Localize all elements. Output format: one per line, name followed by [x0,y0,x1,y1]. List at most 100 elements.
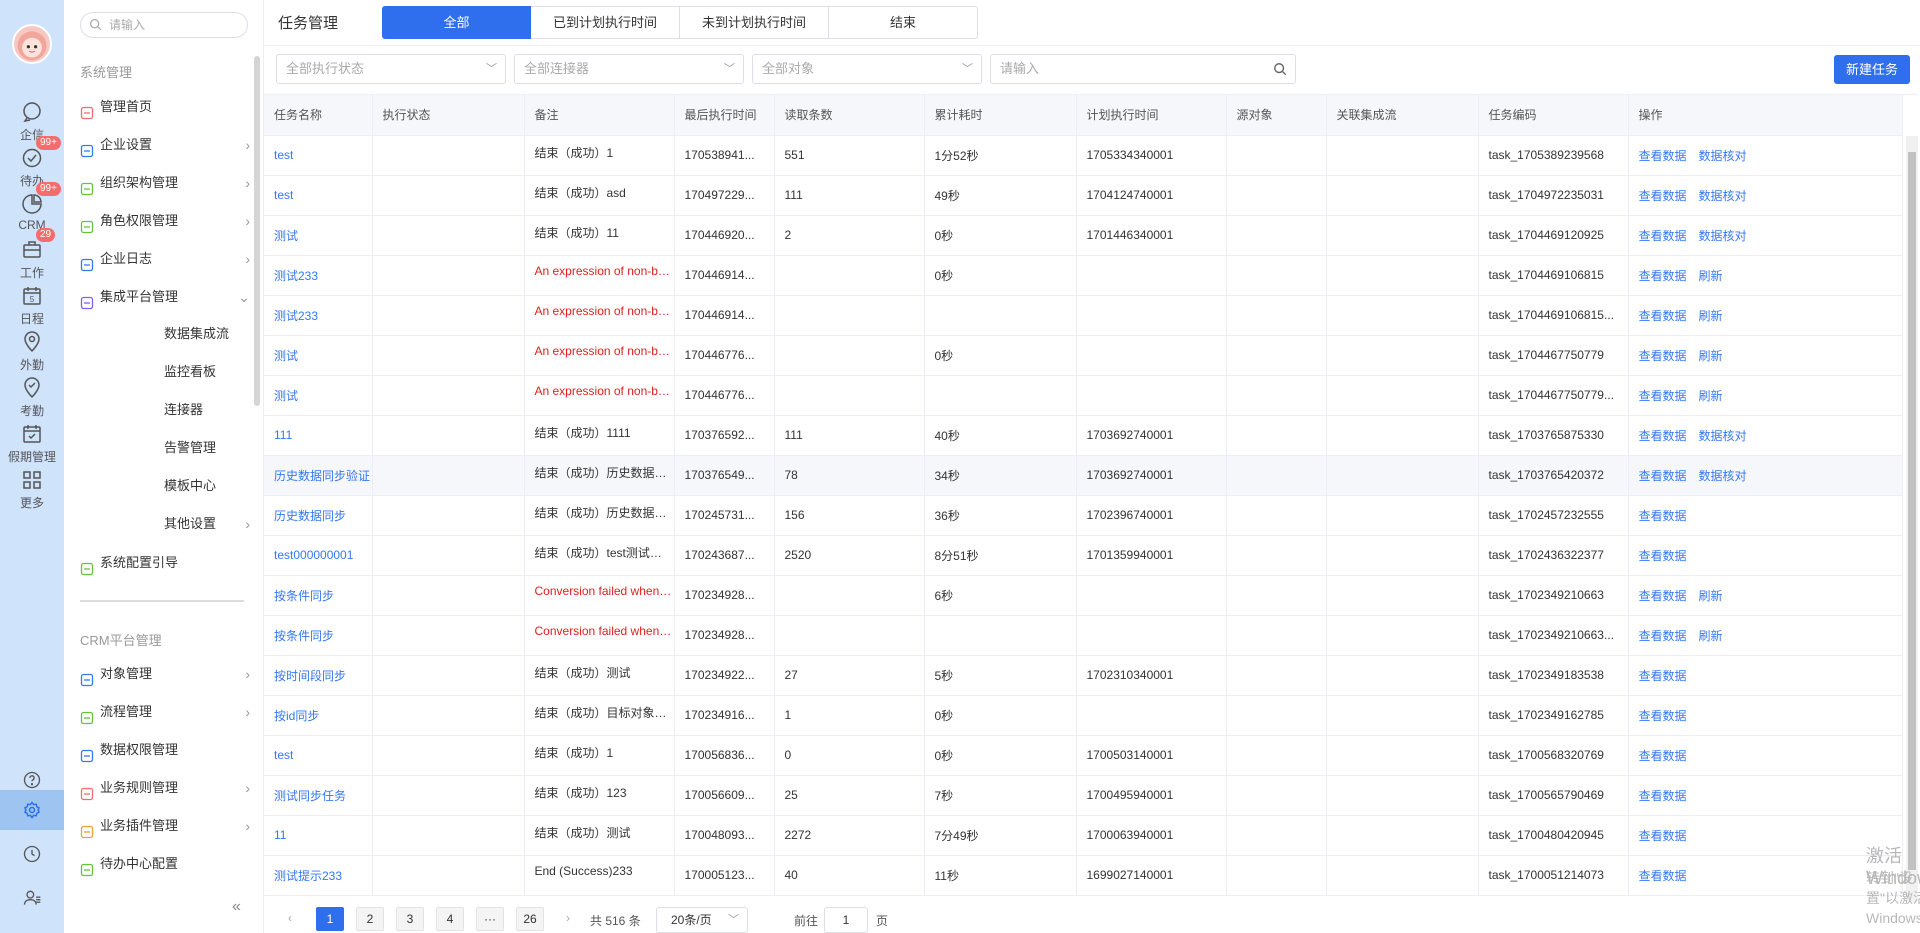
view-data-link[interactable]: 查看数据 [1639,309,1687,323]
sidebar-subitem[interactable]: 连接器 [164,394,252,426]
cell-name[interactable]: test [264,175,373,216]
cell-name[interactable]: 11 [264,815,373,856]
rail-item-briefcase[interactable]: 工作 29 [0,228,64,282]
view-data-link[interactable]: 查看数据 [1639,549,1687,563]
sidebar-item-integration[interactable]: 集成平台管理 ⌄ [80,281,252,313]
view-data-link[interactable]: 查看数据 [1639,789,1687,803]
view-data-link[interactable]: 查看数据 [1639,749,1687,763]
sidebar-item-rule[interactable]: 业务规则管理 › [80,772,252,804]
tab-0[interactable]: 全部 [382,6,531,39]
table-scrollbar[interactable] [1906,136,1918,902]
table-row[interactable]: 按条件同步 Conversion failed when converting17… [264,575,1903,616]
sidebar-scrollbar[interactable] [254,56,260,406]
cell-name[interactable]: test [264,735,373,776]
table-row[interactable]: 按id同步 结束（成功）目标对象为： 170234916... 1 0秒 task_170… [264,695,1903,736]
rail-item-calendar[interactable]: 5 日程 [0,280,64,328]
sidebar-item-object[interactable]: 对象管理 › [80,658,252,690]
user-avatar[interactable] [12,24,52,64]
refresh-link[interactable]: 刷新 [1699,629,1723,643]
sidebar-subitem[interactable]: 其他设置 › [164,508,252,540]
collapse-sidebar-icon[interactable]: « [232,898,241,916]
view-data-link[interactable]: 查看数据 [1639,429,1687,443]
cell-name[interactable]: 测试233 [264,295,373,336]
table-row[interactable]: 测试 An expression of non-boolean170446776.… [264,335,1903,376]
view-data-link[interactable]: 查看数据 [1639,669,1687,683]
sidebar-item-role[interactable]: 角色权限管理 › [80,205,252,237]
sidebar-item-todo-config[interactable]: 待办中心配置 [80,848,252,880]
sidebar-item-plugin[interactable]: 业务插件管理 › [80,810,252,842]
sidebar-item-org[interactable]: 组织架构管理 › [80,167,252,199]
tab-3[interactable]: 结束 [829,6,978,39]
keyword-search-input[interactable]: 请输入 [990,54,1296,84]
table-row[interactable]: 111 结束（成功）1111 170376592... 111 40秒 170369274… [264,415,1903,456]
cell-name[interactable]: 测试 [264,375,373,416]
sidebar-subitem[interactable]: 模板中心 [164,470,252,502]
cell-name[interactable]: 历史数据同步验证 [264,455,373,496]
sidebar-subitem[interactable]: 数据集成流 [164,318,252,350]
data-check-link[interactable]: 数据核对 [1699,229,1747,243]
sidebar-item-data-perm[interactable]: 数据权限管理 [80,734,252,766]
refresh-link[interactable]: 刷新 [1699,269,1723,283]
rail-item-grid[interactable]: 更多 [0,464,64,512]
page-size-select[interactable]: 20条/页 ﹀ [656,907,748,933]
sidebar-search-input[interactable]: 请输入 [80,12,248,38]
table-row[interactable]: 测试233 An expression of non-boolean1704469… [264,255,1903,296]
user-settings-icon[interactable] [0,878,64,918]
sidebar-item-guide[interactable]: 系统配置引导 [80,547,252,579]
next-page-button[interactable]: › [554,907,582,931]
view-data-link[interactable]: 查看数据 [1639,509,1687,523]
page-button[interactable]: 1 [316,907,344,931]
cell-name[interactable]: test [264,135,373,176]
tab-1[interactable]: 已到计划执行时间 [531,6,680,39]
table-row[interactable]: 测试 结束（成功）11 170446920... 2 0秒 1701446340001 ta… [264,215,1903,256]
table-row[interactable]: test 结束（成功）1 170056836... 0 0秒 1700503140001 t… [264,735,1903,776]
view-data-link[interactable]: 查看数据 [1639,589,1687,603]
sidebar-subitem[interactable]: 监控看板 [164,356,252,388]
sidebar-item-flow[interactable]: 流程管理 › [80,696,252,728]
settings-icon[interactable] [0,790,64,830]
table-row[interactable]: test 结束（成功）asd 170497229... 111 49秒 170412474… [264,175,1903,216]
view-data-link[interactable]: 查看数据 [1639,829,1687,843]
cell-name[interactable]: 按时间段同步 [264,655,373,696]
view-data-link[interactable]: 查看数据 [1639,149,1687,163]
refresh-link[interactable]: 刷新 [1699,349,1723,363]
table-row[interactable]: 测试 An expression of non-boolean170446776.… [264,375,1903,416]
data-check-link[interactable]: 数据核对 [1699,189,1747,203]
refresh-link[interactable]: 刷新 [1699,309,1723,323]
view-data-link[interactable]: 查看数据 [1639,869,1687,883]
view-data-link[interactable]: 查看数据 [1639,229,1687,243]
cell-name[interactable]: 按id同步 [264,695,373,736]
refresh-link[interactable]: 刷新 [1699,389,1723,403]
view-data-link[interactable]: 查看数据 [1639,389,1687,403]
page-button[interactable]: 26 [516,907,544,931]
connector-filter-select[interactable]: 全部连接器 ﹀ [514,54,744,84]
data-check-link[interactable]: 数据核对 [1699,429,1747,443]
view-data-link[interactable]: 查看数据 [1639,189,1687,203]
view-data-link[interactable]: 查看数据 [1639,269,1687,283]
table-row[interactable]: 历史数据同步验证 结束（成功）历史数据同步验证170376549...7834秒1… [264,455,1903,496]
table-row[interactable]: test000000001 结束（成功）test测试同步 170243687... 2… [264,535,1903,576]
cell-name[interactable]: 按条件同步 [264,575,373,616]
table-row[interactable]: 测试提示233 End (Success)233 170005123... 40 11秒… [264,855,1903,896]
table-row[interactable]: 按条件同步 Conversion failed when converting17… [264,615,1903,656]
rail-item-attendance[interactable]: 考勤 [0,372,64,420]
refresh-link[interactable]: 刷新 [1699,589,1723,603]
sidebar-subitem[interactable]: 告警管理 [164,432,252,464]
status-filter-select[interactable]: 全部执行状态 ﹀ [276,54,506,84]
table-row[interactable]: 测试同步任务 结束（成功）123 170056609... 25 7秒 170049594… [264,775,1903,816]
cell-name[interactable]: 按条件同步 [264,615,373,656]
sidebar-item-company[interactable]: 企业设置 › [80,129,252,161]
data-check-link[interactable]: 数据核对 [1699,149,1747,163]
table-row[interactable]: 11 结束（成功）测试 170048093... 2272 7分49秒 170006394… [264,815,1903,856]
page-button[interactable]: 2 [356,907,384,931]
cell-name[interactable]: 111 [264,415,373,456]
cell-name[interactable]: 历史数据同步 [264,495,373,536]
prev-page-button[interactable]: ‹ [276,907,304,931]
page-button[interactable]: ··· [476,907,504,931]
table-row[interactable]: 按时间段同步 结束（成功）测试 170234922... 27 5秒 1702310340… [264,655,1903,696]
table-row[interactable]: 测试233 An expression of non-boolean1704469… [264,295,1903,336]
cell-name[interactable]: 测试同步任务 [264,775,373,816]
goto-page-input[interactable]: 1 [824,907,868,933]
clock-icon[interactable] [0,834,64,874]
cell-name[interactable]: test000000001 [264,535,373,576]
